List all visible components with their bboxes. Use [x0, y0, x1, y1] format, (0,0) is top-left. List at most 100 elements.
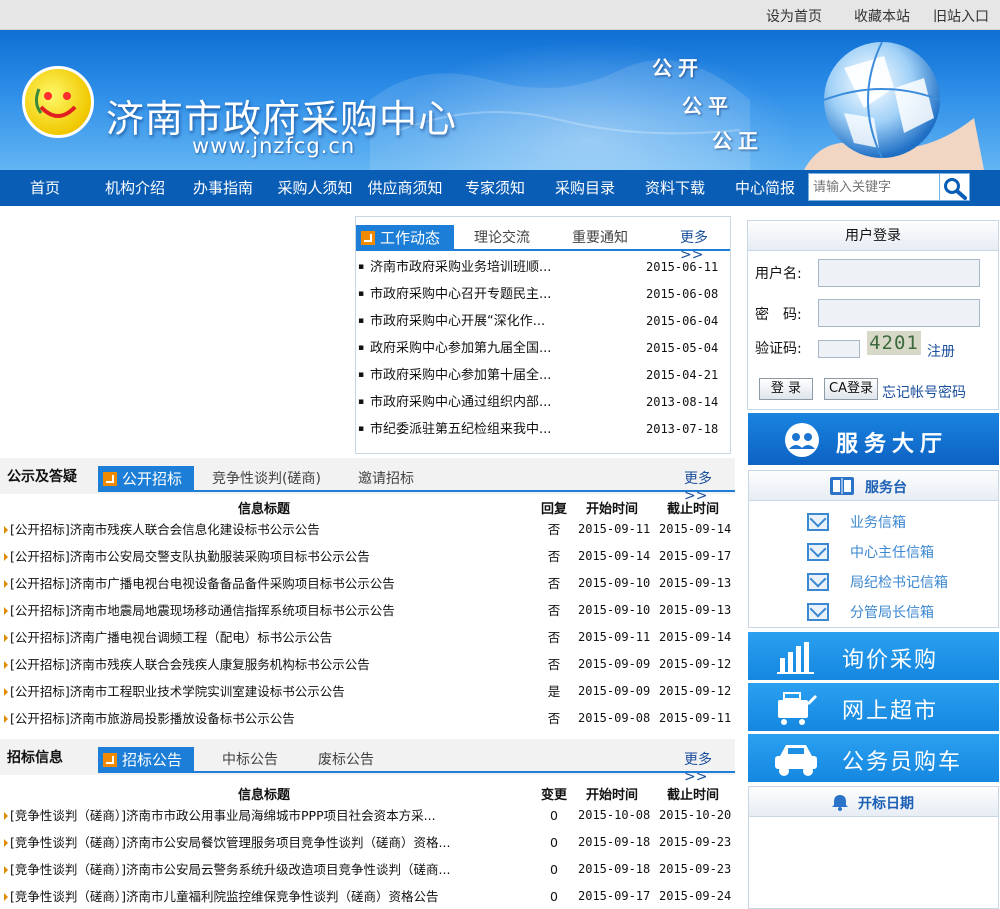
table-row[interactable]: [竞争性谈判（磋商）]济南市公安局餐饮管理服务项目竞争性谈判（磋商）资格... 0… — [0, 829, 735, 856]
discipline-mailbox-link[interactable]: 局纪检书记信箱 — [850, 572, 948, 592]
news-item[interactable]: ▪ 市政府采购中心开展“深化作... 2015-06-04 — [358, 308, 726, 335]
captcha-image[interactable]: 4201 — [867, 331, 921, 355]
news-item-title[interactable]: 市政府采购中心召开专题民主... — [370, 281, 551, 308]
deputy-mailbox-icon — [807, 603, 829, 621]
notice-row-title[interactable]: [公开招标]济南市地震局地震现场移动通信指挥系统项目标书公示公告 — [4, 597, 395, 624]
tender-row-title[interactable]: [竞争性谈判（磋商）]济南市公安局餐饮管理服务项目竞争性谈判（磋商）资格... — [4, 829, 450, 856]
business-mailbox-link[interactable]: 业务信箱 — [850, 512, 906, 532]
login-button[interactable]: 登 录 — [759, 378, 813, 400]
username-input[interactable] — [818, 259, 980, 287]
tab-competitive-negotiation[interactable]: 竞争性谈判(磋商) — [212, 468, 321, 490]
bullet-icon: ▪ — [358, 397, 365, 407]
nav-purchaser-notice[interactable]: 采购人须知 — [272, 170, 358, 206]
table-row[interactable]: [公开招标]济南广播电视台调频工程（配电）标书公示公告 否 2015-09-11 20… — [0, 624, 735, 651]
table-row[interactable]: [公开招标]济南市残疾人联合会信息化建设标书公示公告 否 2015-09-11 201… — [0, 516, 735, 543]
nav-catalog[interactable]: 采购目录 — [546, 170, 624, 206]
director-mailbox-link[interactable]: 中心主任信箱 — [850, 542, 934, 562]
nav-home[interactable]: 首页 — [8, 170, 82, 206]
news-item-title[interactable]: 市纪委派驻第五纪检组来我中... — [370, 416, 551, 443]
notice-row-title[interactable]: [公开招标]济南市残疾人联合会信息化建设标书公示公告 — [4, 516, 320, 543]
nav-supplier-notice[interactable]: 供应商须知 — [362, 170, 448, 206]
news-item-title[interactable]: 济南市政府采购业务培训班顺... — [370, 254, 551, 281]
notice-row-title[interactable]: [公开招标]济南广播电视台调频工程（配电）标书公示公告 — [4, 624, 332, 651]
tab-award-notice[interactable]: 中标公告 — [222, 749, 278, 771]
tender-row-title[interactable]: [竞争性谈判（磋商）]济南市儿童福利院监控维保竞争性谈判（磋商）资格公告 — [4, 883, 439, 909]
bullet-icon: ▪ — [358, 262, 365, 272]
deputy-mailbox-link[interactable]: 分管局长信箱 — [850, 602, 934, 622]
news-item[interactable]: ▪ 市纪委派驻第五纪检组来我中... 2013-07-18 — [358, 416, 726, 443]
bullet-icon: ▪ — [358, 370, 365, 380]
ca-login-button[interactable]: CA登录 — [824, 378, 878, 400]
notice-row-title[interactable]: [公开招标]济南市广播电视台电视设备备品备件采购项目标书公示公告 — [4, 570, 395, 597]
tab-invited-tender[interactable]: 邀请招标 — [358, 468, 414, 490]
site-banner: 济南市政府采购中心 www.jnzfcg.cn 公开 公平 公正 — [0, 30, 1000, 170]
forgot-password-link[interactable]: 忘记帐号密码 — [882, 382, 966, 402]
news-item[interactable]: ▪ 济南市政府采购业务培训班顺... 2015-06-11 — [358, 254, 726, 281]
table-row[interactable]: [公开招标]济南市残疾人联合会残疾人康复服务机构标书公示公告 否 2015-09-0… — [0, 651, 735, 678]
tab-void-notice[interactable]: 废标公告 — [318, 749, 374, 771]
tab-public-tender[interactable]: 公开招标 — [98, 466, 194, 492]
shopping-cart-icon — [778, 692, 818, 725]
set-homepage-link[interactable]: 设为首页 — [766, 6, 822, 26]
search-button[interactable] — [940, 173, 970, 201]
tender-more-link[interactable]: 更多>> — [684, 749, 735, 785]
inquiry-purchase-tile[interactable]: 询价采购 — [748, 632, 999, 680]
table-row[interactable]: [公开招标]济南市地震局地震现场移动通信指挥系统项目标书公示公告 否 2015-09… — [0, 597, 735, 624]
news-item-title[interactable]: 市政府采购中心通过组织内部... — [370, 389, 551, 416]
arrow-icon — [103, 753, 117, 767]
tender-tabbar: 招标公告 中标公告 废标公告 更多>> — [98, 745, 735, 785]
nav-expert-notice[interactable]: 专家须知 — [456, 170, 534, 206]
online-mall-tile[interactable]: 网上超市 — [748, 683, 999, 731]
username-label: 用户名: — [755, 266, 802, 282]
tender-row-start: 2015-09-18 — [578, 835, 651, 849]
bookmark-link[interactable]: 收藏本站 — [854, 6, 910, 26]
arrow-icon — [361, 231, 375, 245]
tab-work-news[interactable]: 工作动态 — [356, 225, 454, 251]
tender-row-start: 2015-10-08 — [578, 808, 651, 822]
table-row[interactable]: [公开招标]济南市公安局交警支队执勤服装采购项目标书公示公告 否 2015-09-1… — [0, 543, 735, 570]
tender-row-title[interactable]: [竞争性谈判（磋商）]济南市公安局云警务系统升级改造项目竞争性谈判（磋商... — [4, 856, 450, 883]
table-row[interactable]: [公开招标]济南市工程职业技术学院实训室建设标书公示公告 是 2015-09-09 2… — [0, 678, 735, 705]
notice-row-title[interactable]: [公开招标]济南市旅游局投影播放设备标书公示公告 — [4, 705, 295, 732]
captcha-input[interactable] — [818, 340, 860, 358]
news-item[interactable]: ▪ 市政府采购中心通过组织内部... 2013-08-14 — [358, 389, 726, 416]
table-row[interactable]: [竞争性谈判（磋商）]济南市公安局云警务系统升级改造项目竞争性谈判（磋商... 0… — [0, 856, 735, 883]
notice-row-title[interactable]: [公开招标]济南市残疾人联合会残疾人康复服务机构标书公示公告 — [4, 651, 370, 678]
nav-guide[interactable]: 办事指南 — [184, 170, 262, 206]
news-item[interactable]: ▪ 政府采购中心参加第九届全国... 2015-05-04 — [358, 335, 726, 362]
slogan-fair: 公平 — [682, 94, 734, 118]
password-input[interactable] — [818, 299, 980, 327]
table-row[interactable]: [竞争性谈判（磋商）]济南市儿童福利院监控维保竞争性谈判（磋商）资格公告 0 201… — [0, 883, 735, 909]
tender-header-title: 信息标题 — [238, 788, 291, 803]
notice-section-header: 公示及答疑 公开招标 竞争性谈判(磋商) 邀请招标 更多>> — [0, 458, 735, 504]
news-item[interactable]: ▪ 市政府采购中心参加第十届全... 2015-04-21 — [358, 362, 726, 389]
news-item-title[interactable]: 市政府采购中心参加第十届全... — [370, 362, 551, 389]
nav-about[interactable]: 机构介绍 — [96, 170, 174, 206]
notice-row-title[interactable]: [公开招标]济南市公安局交警支队执勤服装采购项目标书公示公告 — [4, 543, 370, 570]
notice-row-end: 2015-09-14 — [659, 522, 732, 536]
search-input[interactable] — [809, 174, 939, 200]
news-item[interactable]: ▪ 市政府采购中心召开专题民主... 2015-06-08 — [358, 281, 726, 308]
table-row[interactable]: [竞争性谈判（磋商）]济南市市政公用事业局海绵城市PPP项目社会资本方采... 0… — [0, 802, 735, 829]
tab-important-notice[interactable]: 重要通知 — [572, 227, 628, 249]
notice-row-start: 2015-09-10 — [578, 603, 651, 617]
bid-date-panel: 开标日期 — [748, 786, 999, 909]
nav-downloads[interactable]: 资料下载 — [636, 170, 714, 206]
table-row[interactable]: [公开招标]济南市旅游局投影播放设备标书公示公告 否 2015-09-08 2015-… — [0, 705, 735, 732]
register-link[interactable]: 注册 — [927, 341, 955, 361]
notice-row-end: 2015-09-17 — [659, 549, 732, 563]
civil-car-purchase-tile[interactable]: 公务员购车 — [748, 734, 999, 782]
tab-theory[interactable]: 理论交流 — [474, 227, 530, 249]
notice-section-title: 公示及答疑 — [7, 469, 77, 485]
service-hall-button[interactable]: 服务大厅 — [748, 413, 999, 465]
news-item-title[interactable]: 市政府采购中心开展“深化作... — [370, 308, 545, 335]
tab-tender-notice[interactable]: 招标公告 — [98, 747, 194, 773]
nav-briefing[interactable]: 中心简报 — [726, 170, 804, 206]
old-site-link[interactable]: 旧站入口 — [933, 6, 989, 26]
bullet-icon: ▪ — [358, 424, 365, 434]
news-item-title[interactable]: 政府采购中心参加第九届全国... — [370, 335, 551, 362]
director-mailbox-icon — [807, 543, 829, 561]
tender-row-title[interactable]: [竞争性谈判（磋商）]济南市市政公用事业局海绵城市PPP项目社会资本方采... — [4, 802, 436, 829]
table-row[interactable]: [公开招标]济南市广播电视台电视设备备品备件采购项目标书公示公告 否 2015-09… — [0, 570, 735, 597]
notice-row-title[interactable]: [公开招标]济南市工程职业技术学院实训室建设标书公示公告 — [4, 678, 345, 705]
